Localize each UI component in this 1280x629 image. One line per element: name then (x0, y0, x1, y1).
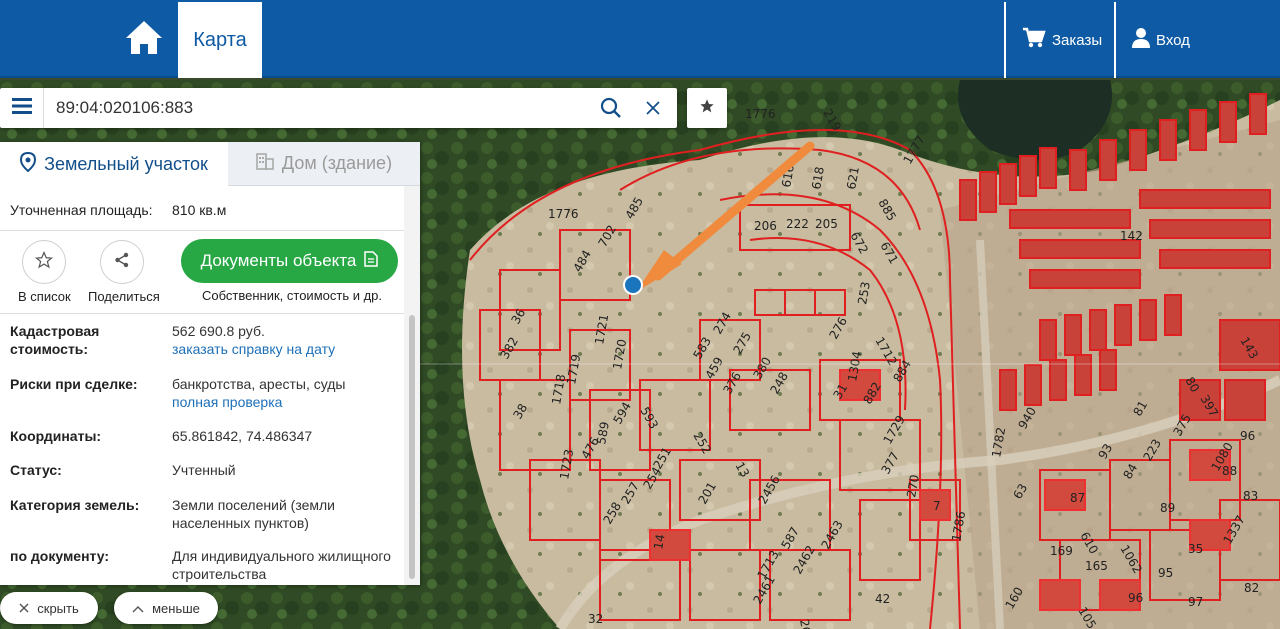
divider (0, 313, 404, 314)
order-certificate-link[interactable]: заказать справку на дату (172, 340, 400, 358)
login-button[interactable]: Вход (1132, 26, 1190, 54)
svg-text:169: 169 (1050, 544, 1073, 558)
close-icon[interactable] (642, 97, 664, 119)
svg-text:83: 83 (1243, 489, 1258, 503)
svg-text:42: 42 (875, 592, 890, 606)
top-navigation-bar: Карта Заказы Вход (0, 0, 1280, 78)
orders-button[interactable]: Заказы (1022, 26, 1102, 54)
add-to-list-button[interactable] (22, 240, 66, 284)
row-label: Кадастровая стоимость: (10, 323, 100, 357)
share-label: Поделиться (88, 289, 160, 304)
row-label: Риски при сделке: (10, 376, 138, 392)
full-check-link[interactable]: полная проверка (172, 393, 400, 411)
share-button[interactable] (100, 240, 144, 284)
object-documents-button[interactable]: Документы объекта (181, 239, 398, 283)
svg-text:97: 97 (1188, 595, 1203, 609)
svg-text:14: 14 (651, 533, 667, 550)
tab-building[interactable]: Дом (здание) (228, 142, 420, 186)
row-label: по документу: (10, 548, 110, 564)
location-pin-icon (20, 151, 37, 177)
document-icon (364, 250, 379, 272)
area-row: Уточненная площадь: 810 кв.м (10, 202, 226, 218)
less-label: меньше (152, 600, 200, 616)
svg-text:165: 165 (1085, 559, 1108, 573)
svg-text:96: 96 (1240, 429, 1255, 443)
search-input[interactable] (56, 96, 576, 120)
share-icon (114, 252, 130, 273)
orders-label: Заказы (1052, 31, 1103, 49)
divider (1114, 2, 1116, 78)
svg-text:89: 89 (1160, 501, 1175, 515)
row-label: Статус: (10, 462, 62, 478)
area-value: 810 кв.м (172, 202, 227, 218)
search-bar (0, 88, 677, 128)
star-icon (699, 98, 715, 119)
hide-panel-button[interactable]: скрыть (0, 592, 98, 624)
tab-land-plot-label: Земельный участок (44, 153, 208, 174)
close-icon (19, 601, 29, 616)
collapse-panel-button[interactable]: меньше (114, 592, 218, 624)
svg-text:1776: 1776 (745, 107, 776, 121)
building-icon (256, 152, 274, 175)
svg-text:87: 87 (1070, 491, 1085, 505)
home-icon[interactable] (122, 18, 166, 58)
svg-text:35: 35 (1188, 542, 1203, 556)
docs-button-label: Документы объекта (200, 251, 357, 270)
row-value: 65.861842, 74.486347 (172, 428, 313, 444)
area-label: Уточненная площадь: (10, 202, 153, 218)
add-to-list-label: В список (18, 289, 71, 304)
row-value: Для индивидуального жилищного строительс… (172, 548, 391, 582)
favorites-button[interactable] (687, 88, 727, 128)
docs-subtitle: Собственник, стоимость и др. (202, 288, 383, 303)
svg-text:95: 95 (1158, 566, 1173, 580)
cart-icon (1022, 27, 1046, 53)
row-label: Координаты: (10, 428, 102, 444)
svg-text:96: 96 (1128, 591, 1143, 605)
svg-text:142: 142 (1120, 229, 1143, 243)
search-icon[interactable] (600, 97, 622, 119)
hide-label: скрыть (37, 600, 79, 616)
svg-text:32: 32 (588, 612, 603, 626)
tab-map[interactable]: Карта (178, 2, 262, 78)
row-value: банкротства, аресты, суды (172, 376, 346, 392)
selected-parcel-marker (623, 275, 643, 295)
svg-text:206: 206 (754, 219, 777, 233)
divider (0, 230, 404, 231)
hamburger-icon (11, 97, 32, 119)
login-label: Вход (1156, 31, 1190, 49)
svg-text:205: 205 (815, 217, 838, 231)
row-value: Учтенный (172, 462, 236, 478)
star-outline-icon (34, 250, 54, 274)
tab-building-label: Дом (здание) (281, 153, 393, 173)
row-label: Категория земель: (10, 497, 140, 513)
tab-land-plot[interactable]: Земельный участок (0, 142, 228, 186)
row-value: 562 690.8 руб. (172, 323, 265, 339)
svg-text:7: 7 (933, 499, 941, 513)
parcel-info-panel: Земельный участок Дом (здание) Уточненна… (0, 142, 420, 585)
svg-text:222: 222 (786, 217, 809, 231)
svg-text:88: 88 (1222, 464, 1237, 478)
scrollbar-thumb[interactable] (409, 315, 415, 579)
row-value: Земли поселений (земли населенных пункто… (172, 497, 335, 531)
menu-button[interactable] (0, 88, 44, 128)
user-icon (1132, 27, 1150, 53)
svg-text:1776: 1776 (548, 207, 579, 221)
panel-scrollbar[interactable] (404, 186, 420, 585)
svg-text:82: 82 (1244, 581, 1259, 595)
divider (1004, 2, 1006, 78)
chevron-up-icon (132, 601, 144, 616)
